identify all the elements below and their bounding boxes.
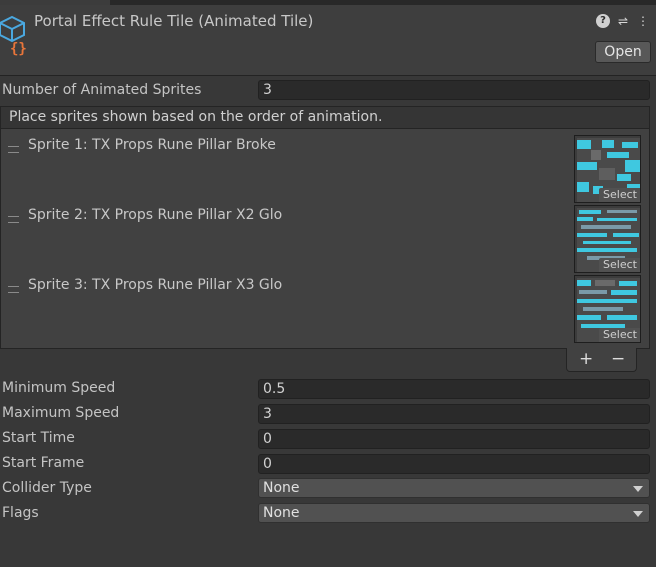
- sprite-3-label: Sprite 3: TX Props Rune Pillar X3 Glo: [28, 277, 282, 293]
- inspector-header: {} Portal Effect Rule Tile (Animated Til…: [0, 5, 656, 76]
- flags-label: Flags: [2, 505, 39, 521]
- svg-text:{}: {}: [10, 41, 27, 57]
- list-add-remove-footer: + −: [566, 348, 637, 372]
- max-speed-label: Maximum Speed: [2, 405, 120, 421]
- sprite-list-item-1[interactable]: Sprite 1: TX Props Rune Pillar Broke Sel…: [1, 135, 649, 205]
- open-button[interactable]: Open: [595, 41, 651, 63]
- dropdown-arrow-icon: [633, 486, 643, 492]
- drag-handle-icon[interactable]: [8, 286, 19, 293]
- drag-handle-icon[interactable]: [8, 146, 19, 153]
- sprite-2-select-button[interactable]: Select: [599, 258, 640, 272]
- more-icon[interactable]: ⋮: [636, 14, 650, 28]
- num-sprites-label: Number of Animated Sprites: [2, 82, 202, 98]
- sprite-1-select-button[interactable]: Select: [599, 188, 640, 202]
- sprite-list-header: Place sprites shown based on the order o…: [0, 106, 650, 129]
- sprite-list-item-2[interactable]: Sprite 2: TX Props Rune Pillar X2 Glo Se…: [1, 205, 649, 275]
- sprite-list-item-3[interactable]: Sprite 3: TX Props Rune Pillar X3 Glo Se…: [1, 275, 649, 345]
- flags-dropdown[interactable]: None: [258, 503, 650, 523]
- start-time-field[interactable]: 0: [258, 429, 650, 449]
- start-frame-field[interactable]: 0: [258, 454, 650, 474]
- remove-element-button[interactable]: −: [611, 348, 625, 370]
- add-element-button[interactable]: +: [579, 348, 593, 370]
- help-icon[interactable]: ?: [596, 14, 610, 28]
- sprite-3-select-button[interactable]: Select: [599, 328, 640, 342]
- sprite-list-header-text: Place sprites shown based on the order o…: [9, 109, 383, 125]
- start-time-label: Start Time: [2, 430, 75, 446]
- num-sprites-field[interactable]: 3: [258, 80, 650, 100]
- collider-type-dropdown[interactable]: None: [258, 478, 650, 498]
- max-speed-field[interactable]: 3: [258, 404, 650, 424]
- min-speed-label: Minimum Speed: [2, 380, 116, 396]
- collider-type-value: None: [263, 480, 300, 496]
- drag-handle-icon[interactable]: [8, 216, 19, 223]
- asset-title: Portal Effect Rule Tile (Animated Tile): [34, 12, 314, 30]
- sprite-2-label: Sprite 2: TX Props Rune Pillar X2 Glo: [28, 207, 282, 223]
- sprite-3-thumbnail[interactable]: Select: [574, 275, 641, 343]
- start-frame-label: Start Frame: [2, 455, 85, 471]
- preset-icon[interactable]: ⇌: [616, 14, 630, 28]
- sprite-1-thumbnail[interactable]: Select: [574, 135, 641, 203]
- rule-tile-asset-icon: {}: [0, 15, 27, 57]
- collider-type-label: Collider Type: [2, 480, 92, 496]
- flags-value: None: [263, 505, 300, 521]
- sprite-2-thumbnail[interactable]: Select: [574, 205, 641, 273]
- min-speed-field[interactable]: 0.5: [258, 379, 650, 399]
- sprite-1-label: Sprite 1: TX Props Rune Pillar Broke: [28, 137, 276, 153]
- dropdown-arrow-icon: [633, 511, 643, 517]
- sprite-list: Sprite 1: TX Props Rune Pillar Broke Sel…: [0, 129, 650, 349]
